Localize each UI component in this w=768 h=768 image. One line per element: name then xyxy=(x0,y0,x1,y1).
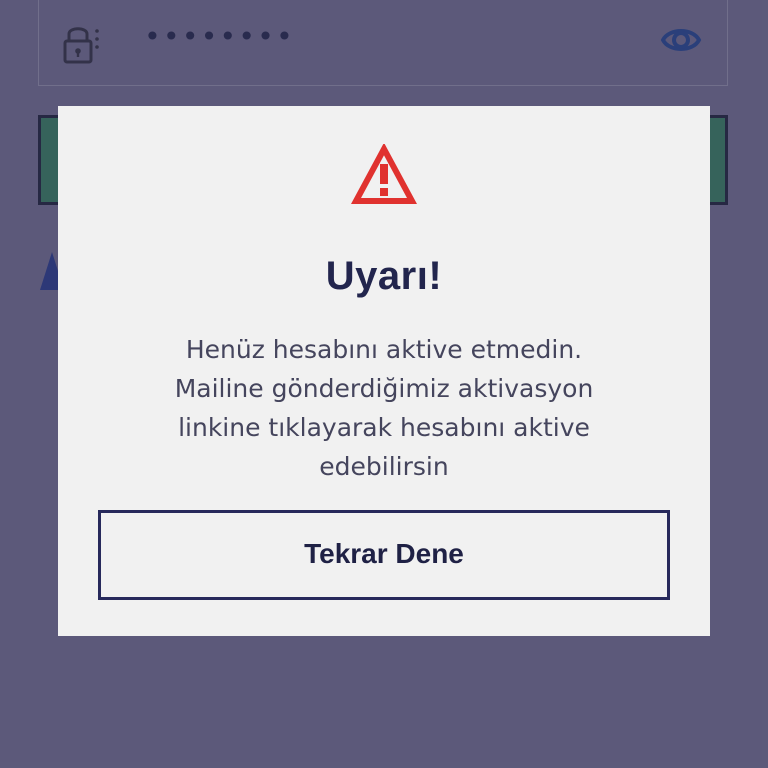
warning-dialog: Uyarı! Henüz hesabını aktive etmedin. Ma… xyxy=(58,106,710,636)
retry-button[interactable]: Tekrar Dene xyxy=(98,510,670,600)
dialog-title: Uyarı! xyxy=(325,254,443,298)
warning-icon xyxy=(350,142,418,206)
dialog-message: Henüz hesabını aktive etmedin. Mailine g… xyxy=(174,335,594,481)
